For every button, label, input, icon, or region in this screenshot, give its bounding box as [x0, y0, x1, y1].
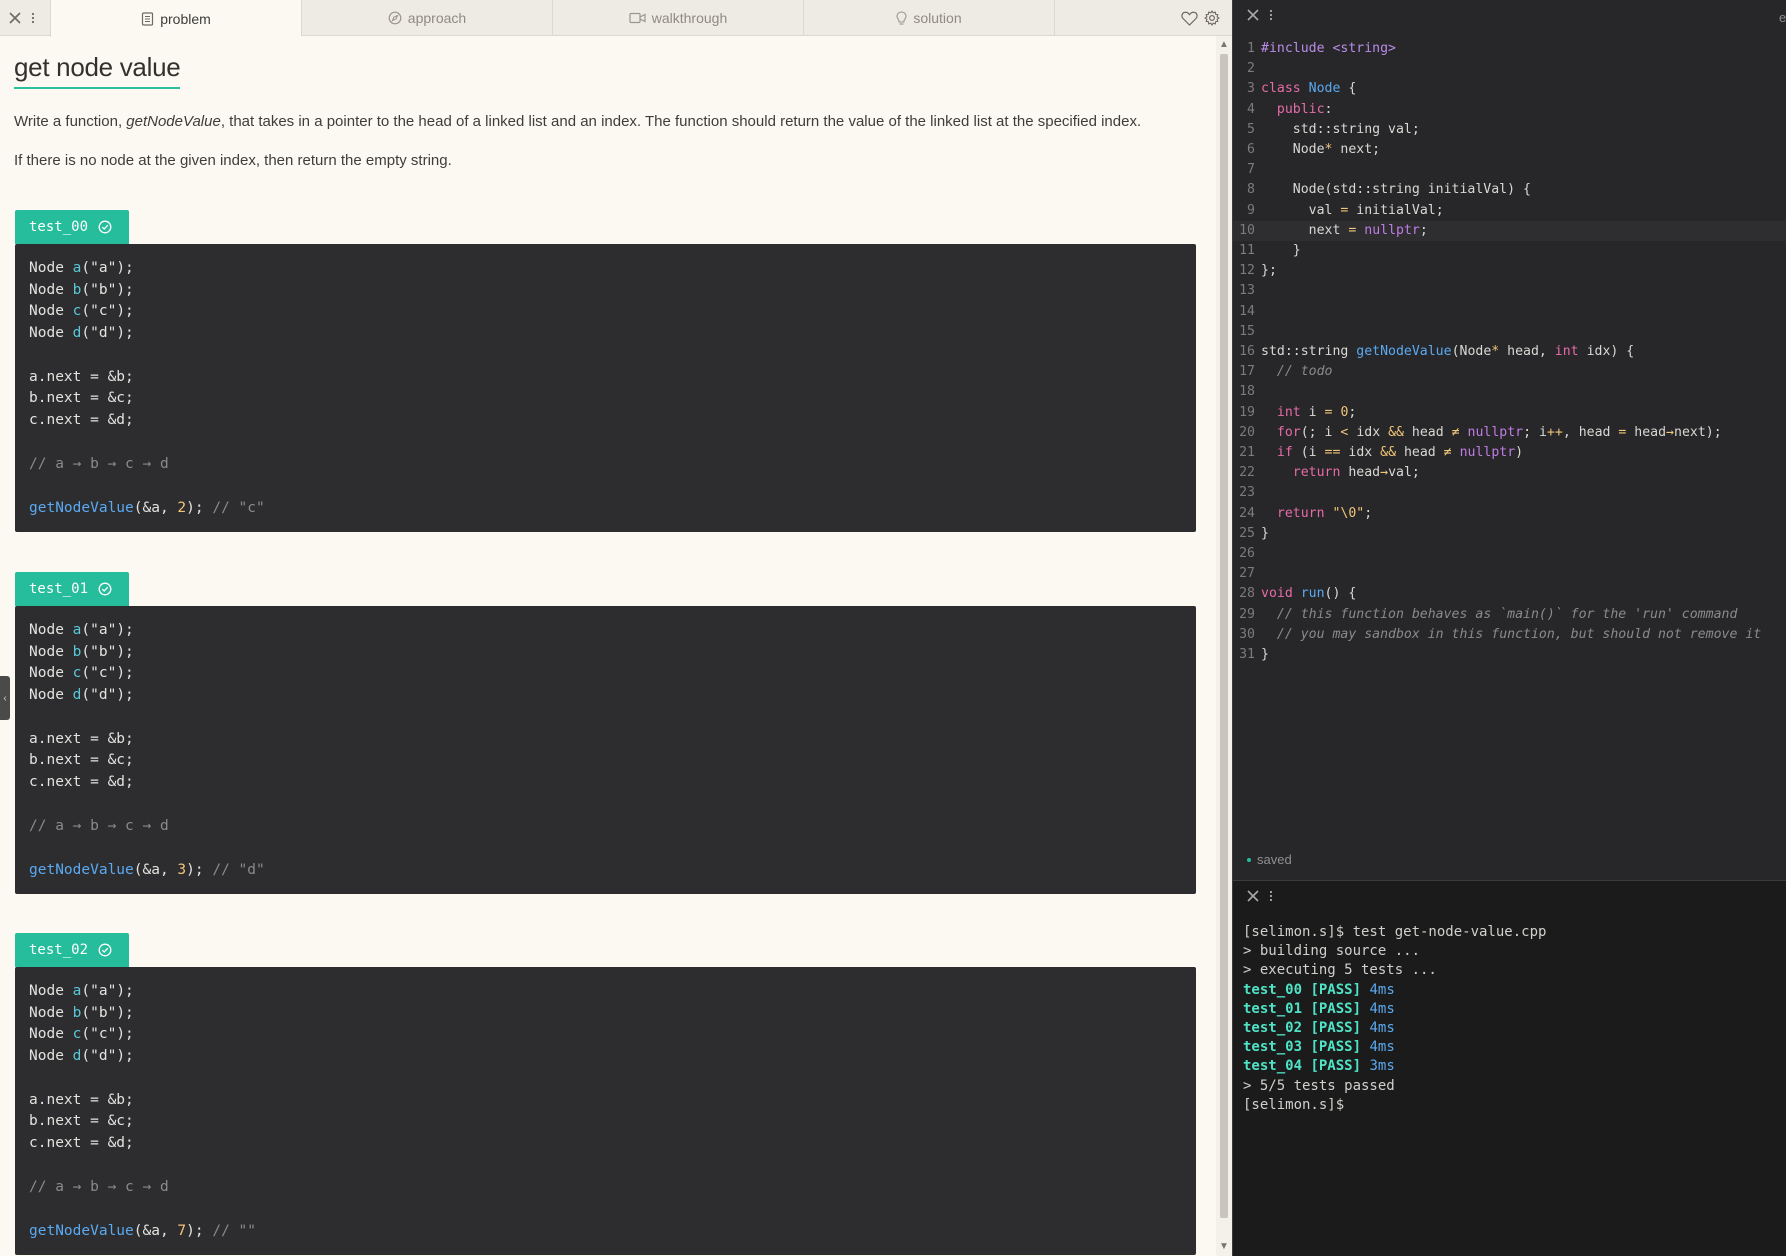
more-options-icon[interactable]: [26, 0, 40, 36]
chevron-left-icon: ‹: [3, 692, 7, 704]
code-line: 1 #include <string>: [1247, 41, 1396, 56]
code-line: 2: [1247, 61, 1255, 77]
tab-label: walkthrough: [651, 10, 728, 26]
code-line: 27: [1239, 566, 1255, 582]
terminal-header: [1233, 881, 1786, 915]
code-line: 11 }: [1239, 243, 1301, 258]
compass-icon: [388, 11, 402, 25]
test-result-row: test_02 [PASS] 4ms: [1243, 1020, 1395, 1037]
code-line: 31}: [1239, 647, 1269, 662]
terminal-line: [selimon.s]$ test get-node-value.cpp: [1243, 924, 1547, 940]
problem-description: Write a function, getNodeValue, that tak…: [14, 113, 1142, 130]
test-badge-00[interactable]: test_00: [15, 210, 129, 244]
code-line: 28 void run() {: [1239, 586, 1357, 602]
tab-walkthrough[interactable]: walkthrough: [552, 0, 803, 36]
video-icon: [629, 12, 646, 24]
code-line: 25}: [1239, 525, 1269, 541]
code-line: 16 std::string getNodeValue(Node* head, i…: [1239, 344, 1635, 359]
code-line: 9 val = initialVal;: [1247, 202, 1444, 218]
save-status: saved: [1247, 852, 1292, 867]
tab-problem[interactable]: problem: [50, 0, 301, 37]
check-circle-icon: [98, 943, 112, 957]
tab-bar: problem approach walkthrough solution: [0, 0, 1232, 37]
tab-label: solution: [913, 10, 962, 26]
test-name: test_00: [29, 219, 89, 235]
test-result-row: test_03 [PASS] 4ms: [1243, 1039, 1395, 1056]
code-line: 22 return head→val;: [1239, 465, 1420, 481]
vertical-scrollbar[interactable]: ▲ ▼: [1216, 36, 1232, 1256]
terminal-prompt[interactable]: [selimon.s]$: [1243, 1096, 1546, 1115]
code-line: 17 // todo: [1239, 364, 1333, 380]
close-icon[interactable]: [1247, 890, 1259, 902]
code-line: 21 if (i == idx && head ≠ nullptr): [1239, 445, 1524, 460]
check-circle-icon: [98, 582, 112, 596]
code-line: 4 public:: [1247, 101, 1333, 117]
terminal-pane[interactable]: [selimon.s]$ test get-node-value.cpp > bu…: [1233, 880, 1786, 1256]
test-name: test_02: [29, 942, 89, 958]
tab-solution[interactable]: solution: [803, 0, 1054, 36]
tab-label: approach: [407, 10, 467, 26]
test-code-02: Node a("a"); Node b("b"); Node c("c"); N…: [15, 967, 1196, 1255]
test-result-row: test_00 [PASS] 4ms: [1243, 981, 1395, 998]
close-icon[interactable]: [1247, 9, 1259, 21]
scroll-down-icon[interactable]: ▼: [1219, 1242, 1229, 1252]
code-line-current: 10 next = nullptr;: [1233, 220, 1786, 241]
code-editor[interactable]: 1 #include <string> 2 3 class Node { 4 pub…: [1233, 36, 1786, 866]
code-line: 3 class Node {: [1247, 81, 1357, 97]
more-options-icon[interactable]: [1269, 890, 1273, 902]
heart-icon[interactable]: [1178, 0, 1200, 36]
test-badge-02[interactable]: test_02: [15, 933, 129, 967]
lightbulb-icon: [896, 10, 907, 26]
code-line: 20 for(; i < idx && head ≠ nullptr; i++,…: [1239, 424, 1722, 440]
tab-approach[interactable]: approach: [301, 0, 552, 36]
code-line: 13: [1239, 283, 1255, 299]
editor-header: e: [1233, 0, 1786, 34]
more-options-icon[interactable]: [1269, 9, 1273, 21]
page-title: get node value: [14, 52, 181, 89]
terminal-line: > executing 5 tests ...: [1243, 962, 1437, 979]
problem-content: get node value Write a function, getNode…: [0, 36, 1216, 1256]
code-line: 12};: [1239, 263, 1277, 279]
code-line: 29 // this function behaves as `main()` …: [1239, 606, 1738, 622]
code-line: 15: [1239, 323, 1255, 339]
code-line: 19 int i = 0;: [1239, 404, 1357, 420]
workspace-pane: e 1 #include <string> 2 3 class Node { 4 p…: [1232, 0, 1786, 1256]
test-result-row: test_01 [PASS] 4ms: [1243, 1000, 1395, 1017]
test-name: test_01: [29, 581, 89, 597]
close-icon[interactable]: [4, 0, 26, 36]
status-dot-icon: [1247, 857, 1251, 862]
scroll-up-icon[interactable]: ▲: [1219, 40, 1229, 50]
terminal-line: > building source ...: [1243, 943, 1421, 960]
code-line: 7: [1247, 162, 1255, 178]
check-circle-icon: [98, 220, 112, 234]
problem-note: If there is no node at the given index, …: [14, 152, 452, 169]
code-line: 8 Node(std::string initialVal) {: [1247, 182, 1531, 198]
test-code-01: Node a("a"); Node b("b"); Node c("c"); N…: [15, 606, 1196, 894]
code-line: 30 // you may sandbox in this function, …: [1239, 626, 1762, 642]
problem-pane: problem approach walkthrough solution ge…: [0, 0, 1232, 1256]
code-line: 24 return "\0";: [1239, 505, 1373, 521]
scrollbar-thumb[interactable]: [1220, 54, 1228, 1218]
terminal-output: [selimon.s]$ test get-node-value.cpp > bu…: [1243, 923, 1546, 1115]
code-line: 6 Node* next;: [1247, 142, 1381, 157]
terminal-line: > 5/5 tests passed: [1243, 1077, 1395, 1094]
save-status-label: saved: [1257, 852, 1292, 867]
code-line: 26: [1239, 546, 1255, 561]
document-icon: [141, 11, 154, 26]
code-line: 5 std::string val;: [1247, 121, 1420, 137]
code-line: 23: [1239, 485, 1255, 501]
test-code-00: Node a("a"); Node b("b"); Node c("c"); N…: [15, 244, 1196, 532]
editor-header-text: e: [1779, 10, 1786, 25]
collapse-pane-handle[interactable]: ‹: [0, 676, 10, 720]
code-line: 14: [1239, 303, 1255, 319]
code-line: 18: [1239, 384, 1255, 400]
test-badge-01[interactable]: test_01: [15, 572, 129, 606]
tab-label: problem: [160, 10, 211, 27]
gear-icon[interactable]: [1201, 0, 1223, 36]
test-result-row: test_04 [PASS] 3ms: [1243, 1058, 1395, 1075]
